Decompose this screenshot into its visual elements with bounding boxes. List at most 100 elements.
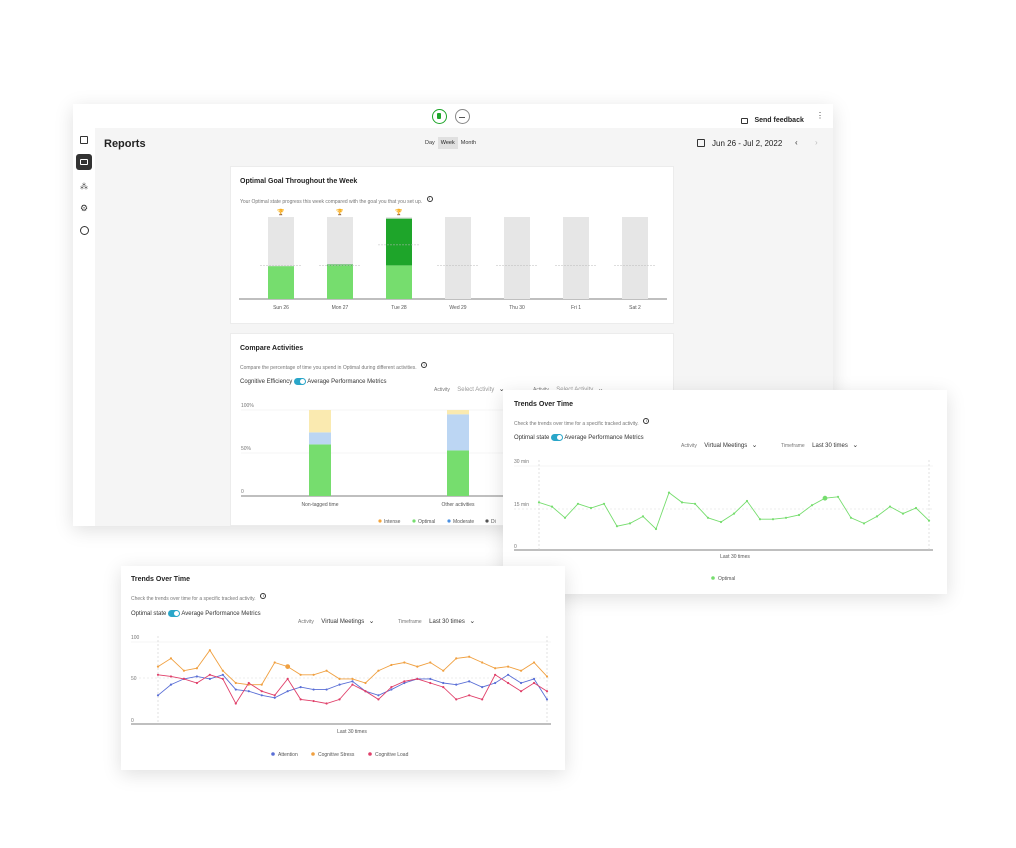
- data-point: [338, 698, 341, 701]
- info-icon[interactable]: i: [426, 195, 433, 202]
- data-point: [519, 681, 523, 685]
- data-point: [442, 686, 445, 689]
- data-point: [576, 502, 580, 505]
- activity-select[interactable]: Activity Virtual Meetings ⌄: [681, 434, 758, 452]
- data-point: [221, 669, 224, 672]
- info-icon[interactable]: i: [421, 361, 428, 368]
- x-axis-label: Last 30 times: [337, 729, 367, 735]
- data-point: [455, 683, 458, 686]
- sidebar-item-reports[interactable]: [76, 154, 92, 170]
- legend-label: Attention: [278, 752, 298, 758]
- data-point: [325, 702, 328, 705]
- data-point: [299, 686, 302, 689]
- optimal-goal-card: Optimal Goal Throughout the Week Your Op…: [230, 166, 674, 324]
- data-point: [654, 527, 658, 531]
- trends-title: Trends Over Time: [514, 401, 574, 408]
- trends-card-right: Trends Over Time Check the trends over t…: [503, 390, 947, 594]
- legend-marker: [711, 576, 715, 580]
- compare-legend: Intense Optimal Moderate Di: [378, 519, 496, 525]
- data-point: [286, 677, 289, 680]
- data-point: [299, 698, 302, 701]
- timeframe-select[interactable]: Timeframe Last 30 times ⌄: [398, 610, 475, 628]
- y-tick: 100: [131, 635, 140, 641]
- data-point: [169, 683, 173, 686]
- activity-select[interactable]: Activity Virtual Meetings ⌄: [298, 610, 375, 628]
- data-point: [628, 522, 632, 525]
- data-point: [810, 504, 814, 507]
- legend-label: Optimal: [718, 576, 735, 582]
- more-options-icon[interactable]: ⋮: [816, 112, 824, 120]
- data-point: [195, 667, 198, 670]
- prev-week-button[interactable]: ‹: [795, 138, 798, 147]
- y-tick: 0: [241, 489, 244, 495]
- data-point: [403, 680, 406, 683]
- legend-marker: [311, 752, 315, 756]
- info-icon[interactable]: i: [260, 592, 267, 599]
- timeframe-select[interactable]: Timeframe Last 30 times ⌄: [781, 434, 858, 452]
- x-tick: Wed 29: [449, 305, 466, 311]
- compare-bar-moderate: [447, 414, 469, 451]
- data-point: [195, 675, 198, 678]
- data-point: [299, 673, 302, 676]
- next-week-button[interactable]: ›: [815, 138, 818, 147]
- trends-card-left: Trends Over Time Check the trends over t…: [121, 566, 565, 770]
- tab-day[interactable]: Day: [422, 137, 438, 149]
- data-point: [234, 702, 237, 705]
- settings-icon[interactable]: ⚙: [80, 203, 88, 214]
- goal-bar-optimal: [386, 265, 412, 299]
- data-point: [390, 686, 393, 689]
- battery-button[interactable]: [432, 109, 447, 124]
- timeframe-label: Timeframe: [398, 619, 422, 625]
- tab-month[interactable]: Month: [458, 137, 479, 149]
- x-tick: Thu 30: [509, 305, 525, 311]
- data-point: [545, 690, 549, 693]
- data-point: [537, 501, 541, 504]
- calendar-icon[interactable]: [697, 139, 705, 147]
- compare-bar-moderate: [309, 432, 331, 445]
- grid-icon[interactable]: [80, 136, 88, 144]
- data-point: [532, 681, 536, 685]
- data-point: [377, 694, 380, 697]
- data-point: [641, 515, 645, 518]
- data-point: [481, 661, 484, 664]
- y-tick: 50: [131, 676, 137, 682]
- top-bar: Send feedback ⋮: [73, 104, 833, 128]
- data-point: [797, 513, 801, 517]
- legend-label: Optimal: [418, 519, 435, 525]
- goal-card-title: Optimal Goal Throughout the Week: [240, 178, 358, 185]
- data-point: [351, 680, 354, 683]
- data-point: [182, 669, 186, 672]
- send-feedback-button[interactable]: Send feedback: [741, 112, 804, 125]
- info-icon[interactable]: i: [643, 417, 650, 424]
- goal-chart: 🏆 Sun 26 🏆 Mon 27 🏆 Tue 28 Wed 29 Thu 30 Fri 1 Sa…: [239, 208, 667, 311]
- trends-subtitle: Check the trends over time for a specifi…: [131, 596, 256, 602]
- goal-bar-above-goal: [386, 218, 412, 266]
- activity-select-1[interactable]: Activity Select Activity ⌄: [434, 378, 505, 396]
- device-button[interactable]: [455, 109, 470, 124]
- metric-toggle[interactable]: [551, 434, 564, 441]
- trends-legend: Attention Cognitive Stress Cognitive Loa…: [271, 752, 409, 758]
- toggle-right-label: Average Performance Metrics: [307, 379, 387, 386]
- compare-controls: Cognitive Efficiency Average Performance…: [240, 378, 387, 385]
- network-icon[interactable]: ⁂: [80, 182, 88, 191]
- date-range[interactable]: Jun 26 - Jul 2, 2022: [712, 139, 782, 148]
- profile-icon[interactable]: [80, 226, 89, 235]
- data-point: [285, 664, 291, 669]
- data-point: [260, 690, 263, 693]
- device-icon: [459, 116, 465, 118]
- send-feedback-label: Send feedback: [754, 117, 804, 125]
- goal-bar-background: [504, 217, 530, 299]
- data-point: [519, 669, 523, 672]
- trends-subtitle-row: Check the trends over time for a specifi…: [514, 412, 650, 430]
- data-point: [221, 677, 224, 680]
- chevron-down-icon: ⌄: [751, 442, 758, 449]
- data-point: [901, 512, 905, 515]
- metric-toggle[interactable]: [168, 610, 181, 617]
- trophy-icon: 🏆: [277, 208, 285, 216]
- activity-value: Virtual Meetings: [704, 443, 748, 449]
- metric-toggle[interactable]: [293, 378, 306, 385]
- data-point: [442, 681, 445, 685]
- y-tick: 30 min: [514, 459, 529, 465]
- data-point: [545, 698, 549, 701]
- tab-week[interactable]: Week: [437, 137, 458, 149]
